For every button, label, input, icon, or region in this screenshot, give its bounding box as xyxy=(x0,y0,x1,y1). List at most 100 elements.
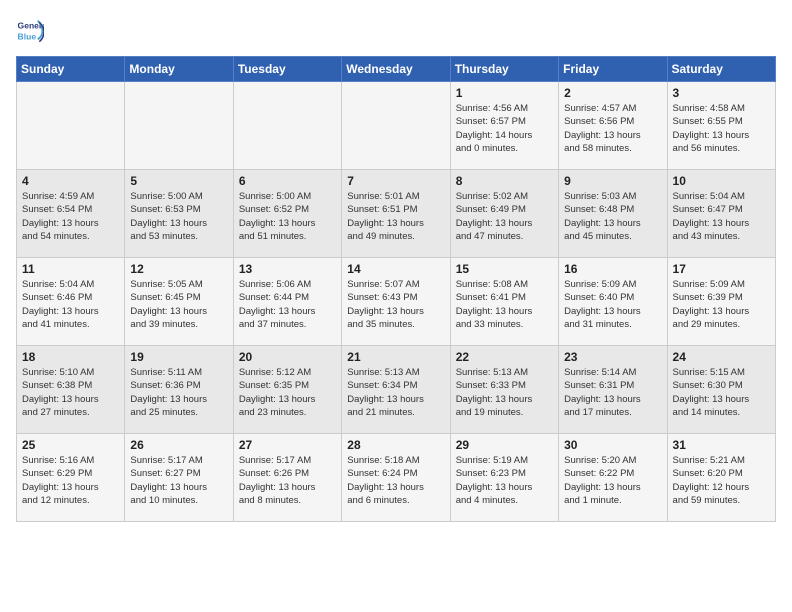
day-detail: Sunrise: 4:59 AM Sunset: 6:54 PM Dayligh… xyxy=(22,190,119,243)
empty-day xyxy=(17,82,125,170)
day-number: 18 xyxy=(22,350,119,364)
calendar-header-row: SundayMondayTuesdayWednesdayThursdayFrid… xyxy=(17,57,776,82)
day-detail: Sunrise: 5:01 AM Sunset: 6:51 PM Dayligh… xyxy=(347,190,444,243)
calendar-day-30: 30 Sunrise: 5:20 AM Sunset: 6:22 PM Dayli… xyxy=(559,434,667,522)
calendar-day-15: 15 Sunrise: 5:08 AM Sunset: 6:41 PM Dayli… xyxy=(450,258,558,346)
day-number: 12 xyxy=(130,262,227,276)
day-number: 17 xyxy=(673,262,770,276)
calendar-week-row: 25Sunrise: 5:16 AM Sunset: 6:29 PM Dayli… xyxy=(17,434,776,522)
day-detail: Sunrise: 5:09 AM Sunset: 6:40 PM Dayligh… xyxy=(564,278,661,331)
calendar-day-13: 13 Sunrise: 5:06 AM Sunset: 6:44 PM Dayli… xyxy=(233,258,341,346)
day-detail: Sunrise: 5:06 AM Sunset: 6:44 PM Dayligh… xyxy=(239,278,336,331)
calendar-week-row: 18 Sunrise: 5:10 AM Sunset: 6:38 PM Dayli… xyxy=(17,346,776,434)
day-header-wednesday: Wednesday xyxy=(342,57,450,82)
empty-day xyxy=(233,82,341,170)
calendar-week-row: 11 Sunrise: 5:04 AM Sunset: 6:46 PM Dayli… xyxy=(17,258,776,346)
day-header-saturday: Saturday xyxy=(667,57,775,82)
calendar-day-19: 19Sunrise: 5:11 AM Sunset: 6:36 PM Dayli… xyxy=(125,346,233,434)
day-detail: Sunrise: 5:10 AM Sunset: 6:38 PM Dayligh… xyxy=(22,366,119,419)
day-detail: Sunrise: 5:02 AM Sunset: 6:49 PM Dayligh… xyxy=(456,190,553,243)
calendar-day-1: 1 Sunrise: 4:56 AM Sunset: 6:57 PM Daylig… xyxy=(450,82,558,170)
day-number: 21 xyxy=(347,350,444,364)
day-number: 23 xyxy=(564,350,661,364)
day-number: 8 xyxy=(456,174,553,188)
day-number: 24 xyxy=(673,350,770,364)
day-number: 5 xyxy=(130,174,227,188)
calendar-day-20: 20Sunrise: 5:12 AM Sunset: 6:35 PM Dayli… xyxy=(233,346,341,434)
day-number: 6 xyxy=(239,174,336,188)
day-detail: Sunrise: 5:20 AM Sunset: 6:22 PM Dayligh… xyxy=(564,454,661,507)
day-detail: Sunrise: 5:00 AM Sunset: 6:53 PM Dayligh… xyxy=(130,190,227,243)
day-number: 7 xyxy=(347,174,444,188)
day-detail: Sunrise: 5:13 AM Sunset: 6:33 PM Dayligh… xyxy=(456,366,553,419)
calendar-day-10: 10 Sunrise: 5:04 AM Sunset: 6:47 PM Dayli… xyxy=(667,170,775,258)
calendar-day-31: 31Sunrise: 5:21 AM Sunset: 6:20 PM Dayli… xyxy=(667,434,775,522)
calendar-day-21: 21 Sunrise: 5:13 AM Sunset: 6:34 PM Dayli… xyxy=(342,346,450,434)
day-detail: Sunrise: 5:14 AM Sunset: 6:31 PM Dayligh… xyxy=(564,366,661,419)
calendar-table: SundayMondayTuesdayWednesdayThursdayFrid… xyxy=(16,56,776,522)
calendar-day-18: 18 Sunrise: 5:10 AM Sunset: 6:38 PM Dayli… xyxy=(17,346,125,434)
calendar-day-14: 14 Sunrise: 5:07 AM Sunset: 6:43 PM Dayli… xyxy=(342,258,450,346)
calendar-day-3: 3 Sunrise: 4:58 AM Sunset: 6:55 PM Daylig… xyxy=(667,82,775,170)
logo-icon: General Blue xyxy=(16,16,44,44)
day-detail: Sunrise: 5:04 AM Sunset: 6:46 PM Dayligh… xyxy=(22,278,119,331)
calendar-day-2: 2Sunrise: 4:57 AM Sunset: 6:56 PM Daylig… xyxy=(559,82,667,170)
day-detail: Sunrise: 5:16 AM Sunset: 6:29 PM Dayligh… xyxy=(22,454,119,507)
calendar-day-28: 28Sunrise: 5:18 AM Sunset: 6:24 PM Dayli… xyxy=(342,434,450,522)
day-number: 16 xyxy=(564,262,661,276)
calendar-day-22: 22 Sunrise: 5:13 AM Sunset: 6:33 PM Dayli… xyxy=(450,346,558,434)
empty-day xyxy=(342,82,450,170)
calendar-day-5: 5 Sunrise: 5:00 AM Sunset: 6:53 PM Daylig… xyxy=(125,170,233,258)
day-detail: Sunrise: 5:08 AM Sunset: 6:41 PM Dayligh… xyxy=(456,278,553,331)
day-detail: Sunrise: 5:07 AM Sunset: 6:43 PM Dayligh… xyxy=(347,278,444,331)
calendar-week-row: 1 Sunrise: 4:56 AM Sunset: 6:57 PM Daylig… xyxy=(17,82,776,170)
day-number: 3 xyxy=(673,86,770,100)
calendar-day-8: 8 Sunrise: 5:02 AM Sunset: 6:49 PM Daylig… xyxy=(450,170,558,258)
empty-day xyxy=(125,82,233,170)
calendar-day-16: 16 Sunrise: 5:09 AM Sunset: 6:40 PM Dayli… xyxy=(559,258,667,346)
day-detail: Sunrise: 4:58 AM Sunset: 6:55 PM Dayligh… xyxy=(673,102,770,155)
calendar-day-29: 29 Sunrise: 5:19 AM Sunset: 6:23 PM Dayli… xyxy=(450,434,558,522)
calendar-day-7: 7 Sunrise: 5:01 AM Sunset: 6:51 PM Daylig… xyxy=(342,170,450,258)
calendar-day-24: 24 Sunrise: 5:15 AM Sunset: 6:30 PM Dayli… xyxy=(667,346,775,434)
day-detail: Sunrise: 5:17 AM Sunset: 6:27 PM Dayligh… xyxy=(130,454,227,507)
calendar-day-25: 25Sunrise: 5:16 AM Sunset: 6:29 PM Dayli… xyxy=(17,434,125,522)
calendar-day-17: 17 Sunrise: 5:09 AM Sunset: 6:39 PM Dayli… xyxy=(667,258,775,346)
day-detail: Sunrise: 5:17 AM Sunset: 6:26 PM Dayligh… xyxy=(239,454,336,507)
page-header: General Blue xyxy=(16,16,776,44)
day-number: 27 xyxy=(239,438,336,452)
day-number: 9 xyxy=(564,174,661,188)
day-number: 13 xyxy=(239,262,336,276)
day-number: 10 xyxy=(673,174,770,188)
calendar-day-23: 23 Sunrise: 5:14 AM Sunset: 6:31 PM Dayli… xyxy=(559,346,667,434)
calendar-week-row: 4 Sunrise: 4:59 AM Sunset: 6:54 PM Daylig… xyxy=(17,170,776,258)
day-number: 4 xyxy=(22,174,119,188)
day-detail: Sunrise: 5:12 AM Sunset: 6:35 PM Dayligh… xyxy=(239,366,336,419)
day-number: 26 xyxy=(130,438,227,452)
day-detail: Sunrise: 5:13 AM Sunset: 6:34 PM Dayligh… xyxy=(347,366,444,419)
day-number: 14 xyxy=(347,262,444,276)
day-number: 30 xyxy=(564,438,661,452)
day-header-monday: Monday xyxy=(125,57,233,82)
day-header-thursday: Thursday xyxy=(450,57,558,82)
day-number: 29 xyxy=(456,438,553,452)
day-header-friday: Friday xyxy=(559,57,667,82)
day-detail: Sunrise: 5:04 AM Sunset: 6:47 PM Dayligh… xyxy=(673,190,770,243)
day-header-tuesday: Tuesday xyxy=(233,57,341,82)
day-detail: Sunrise: 5:11 AM Sunset: 6:36 PM Dayligh… xyxy=(130,366,227,419)
day-detail: Sunrise: 4:56 AM Sunset: 6:57 PM Dayligh… xyxy=(456,102,553,155)
day-number: 15 xyxy=(456,262,553,276)
day-number: 11 xyxy=(22,262,119,276)
calendar-day-4: 4 Sunrise: 4:59 AM Sunset: 6:54 PM Daylig… xyxy=(17,170,125,258)
day-number: 1 xyxy=(456,86,553,100)
calendar-day-11: 11 Sunrise: 5:04 AM Sunset: 6:46 PM Dayli… xyxy=(17,258,125,346)
day-number: 2 xyxy=(564,86,661,100)
day-detail: Sunrise: 5:09 AM Sunset: 6:39 PM Dayligh… xyxy=(673,278,770,331)
day-detail: Sunrise: 5:15 AM Sunset: 6:30 PM Dayligh… xyxy=(673,366,770,419)
day-number: 22 xyxy=(456,350,553,364)
day-detail: Sunrise: 5:03 AM Sunset: 6:48 PM Dayligh… xyxy=(564,190,661,243)
day-header-sunday: Sunday xyxy=(17,57,125,82)
calendar-day-12: 12Sunrise: 5:05 AM Sunset: 6:45 PM Dayli… xyxy=(125,258,233,346)
day-detail: Sunrise: 5:19 AM Sunset: 6:23 PM Dayligh… xyxy=(456,454,553,507)
svg-text:Blue: Blue xyxy=(18,31,37,41)
